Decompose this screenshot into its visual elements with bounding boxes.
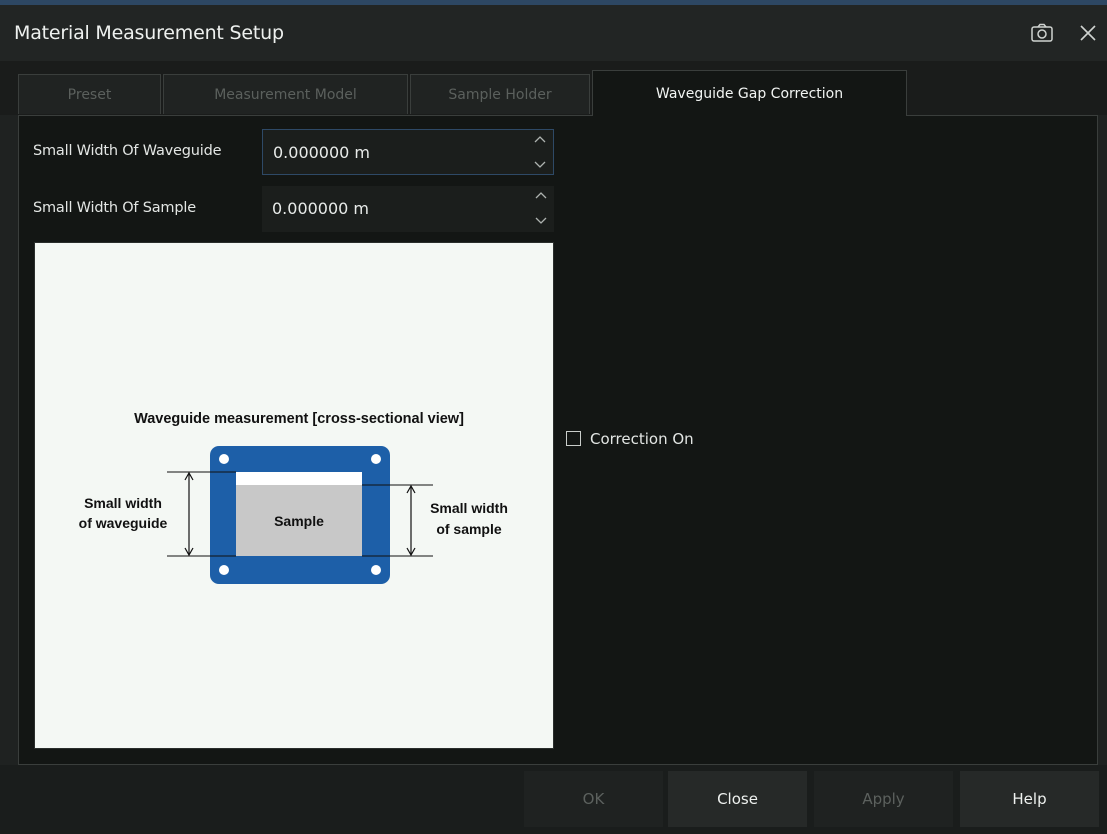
tab-waveguide-gap-correction[interactable]: Waveguide Gap Correction xyxy=(592,70,907,116)
waveguide-dim-label-line1: Small width xyxy=(84,495,162,511)
waveguide-width-value: 0.000000 m xyxy=(273,143,371,162)
tab-measurement-model[interactable]: Measurement Model xyxy=(163,74,408,114)
sample-dim-label-line1: Small width xyxy=(430,500,508,516)
spin-arrows-icon[interactable] xyxy=(530,186,552,230)
ok-button[interactable]: OK xyxy=(524,771,663,827)
diagram-title: Waveguide measurement [cross-sectional v… xyxy=(134,411,464,427)
help-button[interactable]: Help xyxy=(960,771,1099,827)
tab-sample-holder[interactable]: Sample Holder xyxy=(410,74,590,114)
correction-on-label[interactable]: Correction On xyxy=(590,430,694,448)
correction-on-checkbox[interactable] xyxy=(566,431,581,446)
waveguide-diagram: Waveguide measurement [cross-sectional v… xyxy=(34,242,554,749)
spin-arrows-icon[interactable] xyxy=(529,130,551,174)
screw-hole xyxy=(371,454,381,464)
screw-hole xyxy=(219,454,229,464)
waveguide-dim-label-line2: of waveguide xyxy=(79,515,168,531)
sample-label: Sample xyxy=(274,513,324,529)
tab-preset[interactable]: Preset xyxy=(18,74,161,114)
camera-icon[interactable] xyxy=(1030,23,1054,43)
close-icon[interactable] xyxy=(1078,23,1098,43)
waveguide-width-label: Small Width Of Waveguide xyxy=(33,143,222,159)
sample-width-label: Small Width Of Sample xyxy=(33,200,196,216)
sample-dim-label-line2: of sample xyxy=(436,521,502,537)
close-button[interactable]: Close xyxy=(668,771,807,827)
sample-width-input[interactable]: 0.000000 m xyxy=(262,186,554,232)
apply-button[interactable]: Apply xyxy=(814,771,953,827)
waveguide-width-input[interactable]: 0.000000 m xyxy=(262,129,554,175)
title-bar: Material Measurement Setup xyxy=(0,5,1107,61)
screw-hole xyxy=(219,565,229,575)
window-title: Material Measurement Setup xyxy=(14,22,284,44)
sample-width-value: 0.000000 m xyxy=(272,199,370,218)
screw-hole xyxy=(371,565,381,575)
